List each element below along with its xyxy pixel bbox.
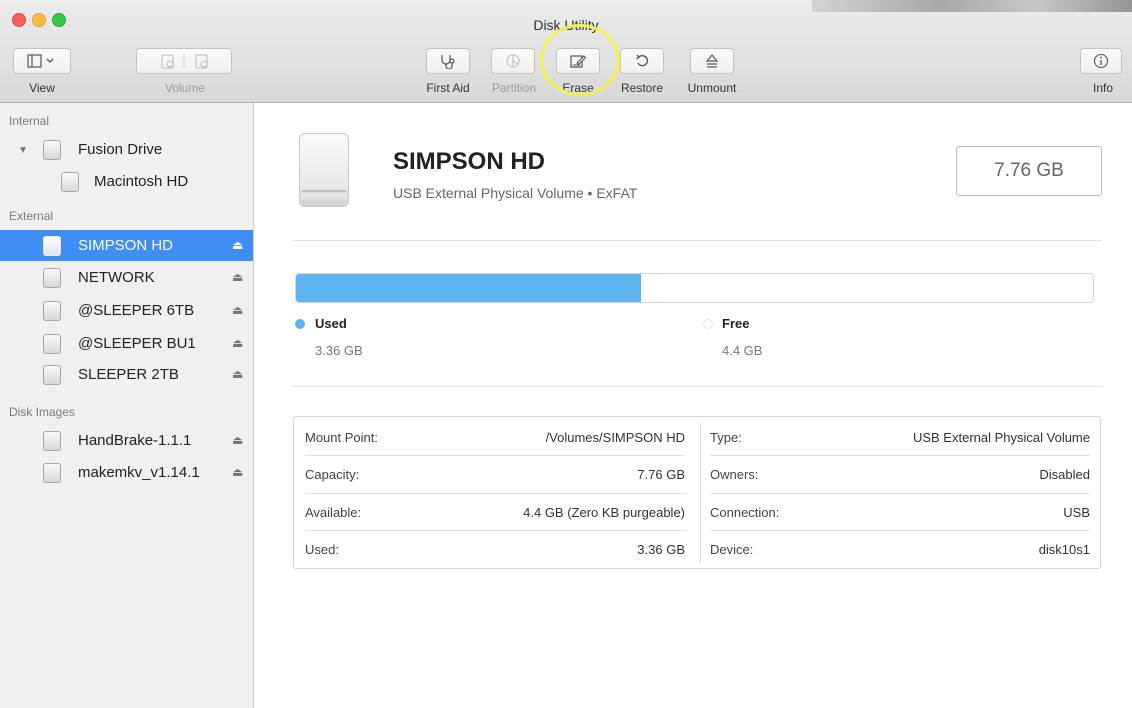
info-label: Info (1092, 81, 1113, 95)
sidebar-item-label: HandBrake-1.1.1 (78, 432, 192, 449)
volume-info-table: Mount Point: /Volumes/SIMPSON HD Capacit… (293, 416, 1101, 569)
unmount-label: Unmount (687, 81, 737, 95)
info-label-used: Used: (305, 542, 339, 557)
sidebar-item-sleeper-bu1[interactable]: @SLEEPER BU1 ⏏ (0, 328, 253, 359)
info-label-capacity: Capacity: (305, 467, 360, 482)
divider (292, 240, 1102, 241)
info-value-connection: USB (1063, 505, 1090, 520)
sidebar-section-disk-images: Disk Images (9, 405, 76, 419)
sidebar-item-label: Fusion Drive (78, 141, 163, 158)
sidebar-section-external: External (9, 209, 54, 223)
disk-image-icon (43, 431, 61, 451)
fusion-drive-icon (43, 140, 61, 160)
sidebar-item-simpson-hd[interactable]: SIMPSON HD ⏏ (0, 230, 253, 261)
info-label-mount-point: Mount Point: (305, 430, 378, 445)
eject-icon[interactable]: ⏏ (232, 336, 243, 350)
info-value-used: 3.36 GB (637, 542, 685, 557)
sidebar-item-label: SIMPSON HD (78, 237, 174, 254)
eject-icon[interactable]: ⏏ (232, 465, 243, 479)
info-label-connection: Connection: (710, 505, 780, 520)
info-value-available: 4.4 GB (Zero KB purgeable) (523, 505, 685, 520)
info-value-mount-point: /Volumes/SIMPSON HD (545, 430, 685, 445)
free-legend-value: 4.4 GB (722, 343, 763, 358)
used-legend-swatch (295, 319, 305, 329)
info-label-type: Type: (710, 430, 742, 445)
info-label-owners: Owners: (710, 467, 759, 482)
disclosure-triangle-icon[interactable]: ▼ (18, 145, 28, 156)
column-divider (700, 423, 701, 563)
eject-icon[interactable]: ⏏ (232, 238, 243, 252)
first-aid-label: First Aid (426, 81, 470, 95)
eject-icon[interactable]: ⏏ (232, 270, 243, 284)
sidebar-item-handbrake[interactable]: HandBrake-1.1.1 ⏏ (0, 425, 253, 456)
restore-icon (636, 54, 648, 67)
external-disk-icon (43, 268, 61, 288)
info-value-type: USB External Physical Volume (912, 430, 1090, 445)
info-value-capacity: 7.76 GB (637, 467, 685, 482)
info-label-available: Available: (305, 505, 362, 520)
usage-bar (295, 273, 1094, 303)
sidebar-item-network[interactable]: NETWORK ⏏ (0, 262, 253, 293)
volume-add-remove-icon (161, 54, 208, 69)
used-legend-title: Used (315, 316, 347, 331)
erase-highlight-circle (540, 24, 620, 96)
restore-button[interactable] (620, 48, 664, 74)
sidebar-item-makemkv[interactable]: makemkv_v1.14.1 ⏏ (0, 457, 253, 488)
free-legend-title: Free (722, 316, 750, 331)
eject-icon[interactable]: ⏏ (232, 303, 243, 317)
info-icon (1093, 53, 1109, 69)
view-label: View (29, 81, 55, 95)
volume-description: USB External Physical Volume • ExFAT (393, 185, 638, 201)
partition-pie-icon (506, 54, 520, 68)
info-value-owners: Disabled (1039, 467, 1090, 482)
disk-utility-window: Disk Utility View Volume First Aid Parti… (0, 0, 1132, 708)
sidebar-item-label: NETWORK (78, 269, 155, 286)
eject-icon[interactable]: ⏏ (232, 367, 243, 381)
disk-image-icon (43, 463, 61, 483)
sidebar-item-sleeper-2tb[interactable]: SLEEPER 2TB ⏏ (0, 359, 253, 390)
view-button[interactable] (13, 48, 71, 74)
sidebar-view-icon (27, 54, 54, 68)
partition-label: Partition (491, 81, 537, 95)
external-disk-icon (43, 334, 61, 354)
sidebar-item-macintosh-hd[interactable]: Macintosh HD (0, 166, 253, 197)
external-disk-icon (43, 301, 61, 321)
sidebar-item-label: Macintosh HD (94, 173, 189, 190)
first-aid-button[interactable] (426, 48, 470, 74)
eject-icon[interactable]: ⏏ (232, 433, 243, 447)
divider (292, 386, 1102, 387)
volume-detail-pane: SIMPSON HD USB External Physical Volume … (254, 103, 1132, 708)
sidebar: Internal ▼ Fusion Drive Macintosh HD Ext… (0, 103, 254, 708)
sidebar-item-label: SLEEPER 2TB (78, 366, 179, 383)
toolbar: Disk Utility View Volume First Aid Parti… (0, 0, 1132, 103)
capacity-badge: 7.76 GB (956, 146, 1102, 196)
info-label-device: Device: (710, 542, 754, 557)
sidebar-item-label: @SLEEPER 6TB (78, 302, 195, 319)
restore-label: Restore (620, 81, 664, 95)
sidebar-item-label: makemkv_v1.14.1 (78, 464, 200, 481)
external-disk-icon (43, 365, 61, 385)
sidebar-item-fusion-drive[interactable]: ▼ Fusion Drive (0, 134, 253, 165)
sidebar-item-sleeper-6tb[interactable]: @SLEEPER 6TB ⏏ (0, 295, 253, 326)
volume-name: SIMPSON HD (393, 148, 546, 175)
unmount-button[interactable] (690, 48, 734, 74)
partition-button[interactable] (491, 48, 535, 74)
unmount-icon (705, 54, 719, 68)
external-disk-icon (43, 236, 61, 256)
free-legend-swatch (703, 319, 713, 329)
sidebar-item-label: @SLEEPER BU1 (78, 335, 196, 352)
info-button[interactable] (1080, 48, 1122, 74)
stethoscope-icon (441, 55, 455, 69)
external-disk-large-icon (299, 133, 349, 207)
sidebar-section-internal: Internal (9, 114, 50, 128)
info-value-device: disk10s1 (1038, 542, 1090, 557)
volume-buttons[interactable] (136, 48, 232, 74)
volume-label: Volume (164, 81, 206, 95)
background-strip (812, 0, 1132, 12)
used-legend-value: 3.36 GB (315, 343, 363, 358)
usage-bar-used (296, 274, 642, 302)
internal-volume-icon (61, 172, 79, 192)
